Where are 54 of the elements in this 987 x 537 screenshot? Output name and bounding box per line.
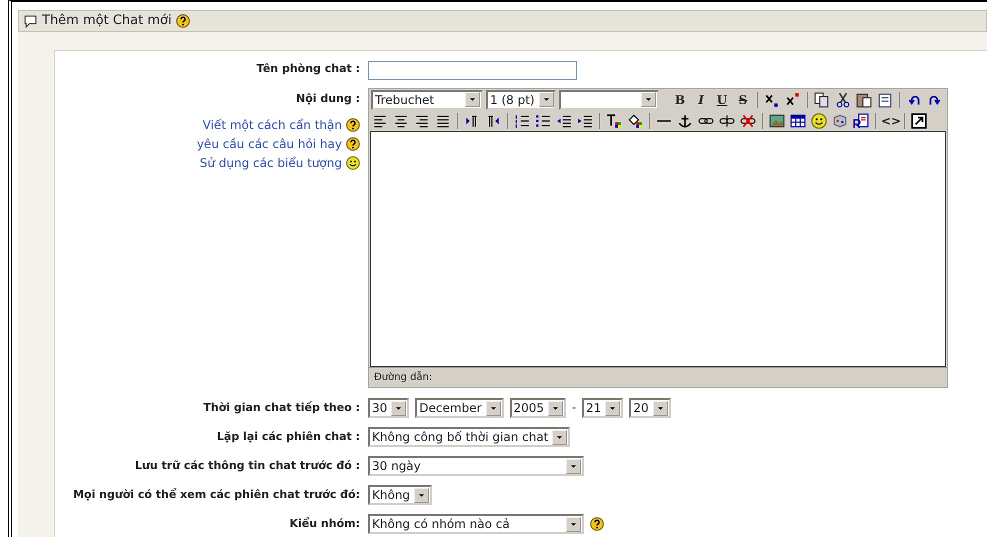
dropdown-select[interactable]: 20 [629, 398, 671, 418]
unlink-icon[interactable] [719, 112, 735, 128]
help-link[interactable]: yêu cầu các câu hỏi hay [196, 134, 342, 152]
dropdown-select[interactable]: 21 [582, 398, 624, 418]
help-icon[interactable] [346, 118, 360, 132]
strikethrough-button[interactable]: S [734, 90, 752, 108]
field-label: Kiểu nhóm: [288, 516, 361, 532]
bulleted-list-icon[interactable] [535, 112, 551, 128]
cube-icon[interactable] [832, 112, 848, 128]
smiley-icon[interactable] [811, 112, 827, 128]
field-label: Nội dung : [294, 91, 360, 107]
smiley-icon[interactable] [346, 156, 360, 170]
format-select[interactable] [559, 90, 659, 110]
dropdown-select[interactable]: Không công bố thời gian chat [368, 427, 570, 447]
dropdown-select[interactable]: Không có nhóm nào cả [368, 514, 584, 534]
anchor-icon[interactable] [677, 112, 693, 128]
document-icon[interactable] [877, 92, 893, 108]
html-source-button[interactable]: <> [881, 112, 899, 130]
fullscreen-icon[interactable] [911, 112, 927, 128]
font-select[interactable]: Trebuchet [371, 90, 483, 110]
paste-icon[interactable] [856, 92, 872, 108]
help-icon[interactable] [176, 14, 190, 28]
document-search-icon[interactable] [853, 112, 869, 128]
dropdown-select[interactable]: 30 [368, 398, 410, 418]
background-color-icon[interactable] [627, 112, 643, 128]
field-label: Tên phòng chat : [255, 61, 361, 77]
help-link[interactable]: Viết một cách cẩn thận [202, 116, 342, 134]
text-color-icon[interactable] [606, 112, 622, 128]
copy-icon[interactable] [814, 92, 830, 108]
field-label: Thời gian chat tiếp theo : [202, 400, 361, 416]
field-label: Mọi người có thể xem các phiên chat trước đó: [72, 487, 361, 503]
dropdown-select[interactable]: 2005 [510, 398, 566, 418]
field-label: Lặp lại các phiên chat : [216, 429, 361, 445]
text-field[interactable] [368, 61, 577, 80]
help-link[interactable]: Sử dụng các biểu tượng [200, 154, 342, 172]
bold-button[interactable]: B [671, 90, 689, 108]
numbered-list-icon[interactable] [514, 112, 530, 128]
italic-button[interactable]: I [692, 90, 710, 108]
cut-icon[interactable] [835, 92, 851, 108]
image-icon[interactable] [769, 112, 785, 128]
speech-bubble-icon [23, 14, 38, 28]
field-label: Lưu trữ các thông tin chat trước đó : [134, 458, 361, 474]
size-select[interactable]: 1 (8 pt) [486, 90, 556, 110]
dropdown-select[interactable]: Không [368, 485, 432, 505]
dropdown-select[interactable]: 30 ngày [368, 456, 584, 476]
table-icon[interactable] [790, 112, 806, 128]
superscript-icon[interactable] [785, 92, 801, 108]
remove-link-icon[interactable] [740, 112, 756, 128]
underline-button[interactable]: U [713, 90, 731, 108]
separator-text: - [572, 400, 576, 416]
dropdown-select[interactable]: December [415, 398, 504, 418]
help-icon[interactable] [590, 517, 604, 531]
help-icon[interactable] [346, 136, 360, 150]
section-title: Thêm một Chat mới [42, 12, 172, 30]
